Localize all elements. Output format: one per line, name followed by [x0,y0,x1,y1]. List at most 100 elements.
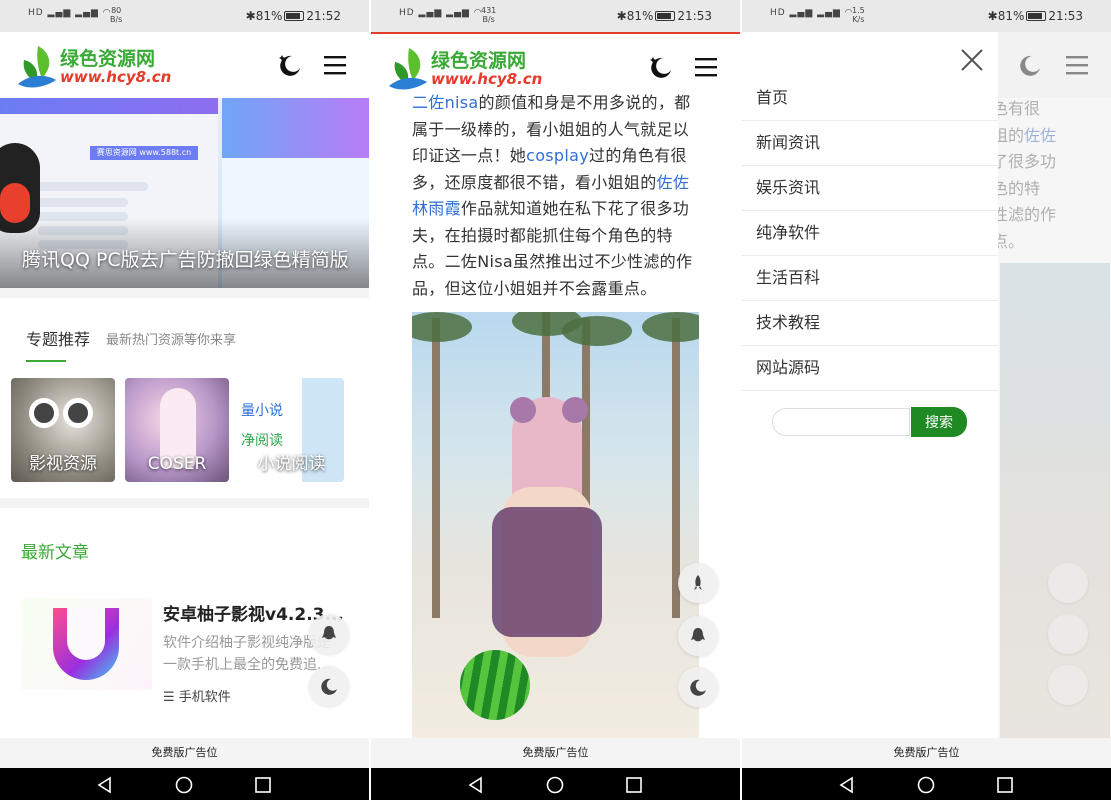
leaf-logo-icon [389,48,427,90]
menu-item-encyclopedia[interactable]: 生活百科 [742,256,998,301]
menu-item-software[interactable]: 纯净软件 [742,211,998,256]
novel-promo-text: 净阅读 [241,433,283,449]
night-mode-float-button[interactable] [1048,665,1088,705]
clock: 21:53 [677,9,712,23]
app-logo-icon [53,608,119,680]
battery-icon [1026,11,1047,21]
topics-subtitle: 最新热门资源等你来享 [106,333,237,348]
nav-home-icon[interactable] [175,776,193,794]
article-thumbnail[interactable] [21,598,152,690]
nav-recents-icon[interactable] [625,776,643,794]
nav-back-icon[interactable] [838,776,856,794]
android-nav-bar [0,768,369,800]
qq-icon [322,626,336,640]
android-nav-bar [371,768,740,800]
menu-item-source-code[interactable]: 网站源码 [742,346,998,391]
signal-icon: HD ▂▄▆ ▂▄▆ ◠ [28,8,112,18]
film-reel-icon [29,398,59,428]
back-to-top-button[interactable] [1048,563,1088,603]
topic-card-label: COSER [147,454,207,474]
screenshot-triptych: HD ▂▄▆ ▂▄▆ ◠ 80 B/s ✱81% 21:52 绿色资源网 www.… [0,0,1111,800]
status-bar: HD ▂▄▆ ▂▄▆ ◠ 1.5 K/s ✱81% 21:53 [742,0,1111,32]
phone-article-screen: HD ▂▄▆ ▂▄▆ ◠ 431 B/s ✱81% 21:53 绿色资源网 www… [371,0,740,800]
topic-card-label: 影视资源 [29,454,97,474]
signal-icon: HD ▂▄▆ ▂▄▆ ◠ [770,8,854,18]
qq-icon [691,628,705,642]
article-category-label: 手机软件 [178,690,231,705]
watermelon [460,650,530,720]
qq-float-button[interactable] [309,614,349,654]
nav-back-icon[interactable] [467,776,485,794]
battery-percent: 81% [255,9,283,23]
ad-bar[interactable]: 免费版广告位 [371,738,740,768]
featured-banner[interactable]: 赛思资源网 www.588t.cn 腾讯QQ PC版去广告防撤回绿色精简版 [0,98,369,288]
night-mode-icon[interactable] [276,52,302,78]
latest-articles-title: 最新文章 [21,543,89,563]
qq-float-button[interactable] [1048,614,1088,654]
phone-menu-screen: HD ▂▄▆ ▂▄▆ ◠ 1.5 K/s ✱81% 21:53 色有很 姐的佐佐 … [742,0,1111,800]
close-icon[interactable] [958,46,986,74]
clock: 21:52 [306,9,341,23]
site-logo[interactable]: 绿色资源网 www.hcy8.cn [16,42,176,88]
night-mode-float-button[interactable] [678,667,718,707]
rocket-icon [694,575,702,590]
nav-drawer: 首页 新闻资讯 娱乐资讯 纯净软件 生活百科 技术教程 网站源码 搜索 [742,32,998,738]
phone-home-screen: HD ▂▄▆ ▂▄▆ ◠ 80 B/s ✱81% 21:52 绿色资源网 www.… [0,0,369,800]
battery-percent: 81% [997,9,1025,23]
topic-card-label: 小说阅读 [257,454,326,474]
status-bar: HD ▂▄▆ ▂▄▆ ◠ 80 B/s ✱81% 21:52 [0,0,369,32]
battery-icon [655,11,676,21]
site-url: www.hcy8.cn [431,70,543,88]
moon-icon [321,678,337,695]
menu-item-entertainment[interactable]: 娱乐资讯 [742,166,998,211]
topic-card-movies[interactable]: 影视资源 [11,378,115,482]
net-speed: 431 B/s [481,6,497,24]
clock: 21:53 [1048,9,1083,23]
menu-icon[interactable] [693,54,719,80]
moon-icon [690,679,706,696]
search-button[interactable]: 搜索 [911,407,967,437]
ad-bar[interactable]: 免费版广告位 [0,738,369,768]
ad-bar[interactable]: 免费版广告位 [742,738,1111,768]
novel-promo-text: 量小说 [241,403,283,419]
film-reel-icon [63,398,93,428]
topics-underline [26,360,66,362]
status-bar: HD ▂▄▆ ▂▄▆ ◠ 431 B/s ✱81% 21:53 [371,0,740,32]
topics-title: 专题推荐 [26,330,91,349]
site-url: www.hcy8.cn [60,68,172,86]
nav-recents-icon[interactable] [996,776,1014,794]
net-speed: 80 B/s [110,6,123,24]
article-category[interactable]: ☰ 手机软件 [163,686,231,705]
tag-link[interactable]: cosplay [526,146,589,165]
status-right: ✱81% 21:53 [987,9,1083,23]
signal-icon: HD ▂▄▆ ▂▄▆ ◠ [399,8,483,18]
nav-recents-icon[interactable] [254,776,272,794]
nav-home-icon[interactable] [917,776,935,794]
site-name: 绿色资源网 [60,48,156,70]
night-mode-float-button[interactable] [309,666,349,706]
topic-card-coser[interactable]: COSER [125,378,229,482]
qq-float-button[interactable] [678,616,718,656]
net-speed: 1.5 K/s [852,6,865,24]
site-header: 绿色资源网 www.hcy8.cn [0,32,369,98]
battery-icon [284,11,305,21]
nav-back-icon[interactable] [96,776,114,794]
status-right: ✱81% 21:53 [616,9,712,23]
menu-item-tutorials[interactable]: 技术教程 [742,301,998,346]
menu-item-home[interactable]: 首页 [742,76,998,121]
back-to-top-button[interactable] [678,563,718,603]
banner-caption: 腾讯QQ PC版去广告防撤回绿色精简版 [22,249,349,271]
leaf-logo-icon [18,46,56,88]
night-mode-icon[interactable] [647,54,673,80]
search-input[interactable] [772,408,910,436]
menu-icon[interactable] [322,52,348,78]
nav-home-icon[interactable] [546,776,564,794]
banner-tag: 赛思资源网 www.588t.cn [90,146,198,160]
topic-card-novels[interactable]: 量小说 净阅读 小说阅读 [239,378,344,482]
site-logo[interactable]: 绿色资源网 www.hcy8.cn [387,44,547,90]
site-name: 绿色资源网 [431,50,527,72]
menu-item-news[interactable]: 新闻资讯 [742,121,998,166]
tag-link[interactable]: 二佐nisa [412,93,479,112]
status-right: ✱81% 21:52 [245,9,341,23]
article-photo [412,312,699,738]
